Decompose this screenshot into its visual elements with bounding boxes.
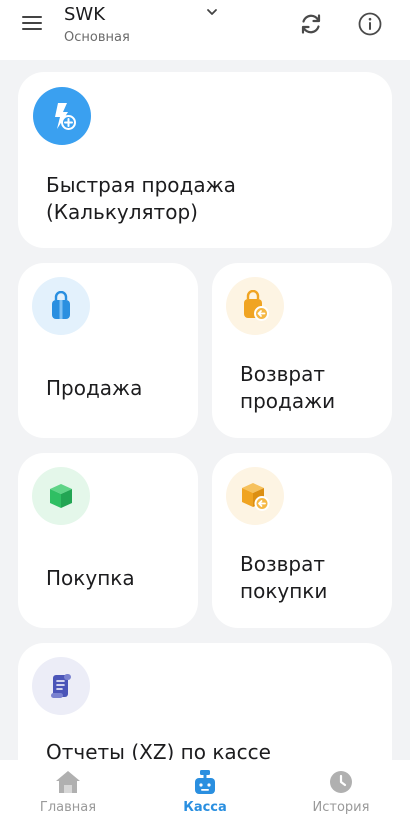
purchase-return-label: Возврат покупки xyxy=(240,552,328,603)
nav-label-home: Главная xyxy=(39,800,97,815)
clock-icon xyxy=(330,771,352,793)
box-icon xyxy=(32,467,90,525)
purchase-card[interactable]: Покупка xyxy=(18,453,198,628)
quick-sale-card[interactable]: Быстрая продажа (Калькулятор) xyxy=(18,72,392,248)
chevron-down-icon[interactable] xyxy=(206,6,218,18)
purchase-return-card[interactable]: Возврат покупки xyxy=(212,453,392,628)
info-icon[interactable] xyxy=(357,11,383,37)
nav-item-home[interactable]: Главная xyxy=(0,760,136,825)
bag-return-icon xyxy=(226,277,284,335)
app-header: SWK Основная xyxy=(0,0,410,60)
receipt-scroll-icon xyxy=(32,657,90,715)
shopping-bag-icon xyxy=(32,277,90,335)
box-return-icon xyxy=(226,467,284,525)
cash-register-icon xyxy=(195,770,215,794)
nav-label-kassa: Касса xyxy=(183,800,227,815)
sale-card[interactable]: Продажа xyxy=(18,263,198,438)
menu-icon[interactable] xyxy=(22,14,42,32)
nav-label-history: История xyxy=(312,800,370,815)
sync-icon[interactable] xyxy=(298,11,324,37)
sale-return-card[interactable]: Возврат продажи xyxy=(212,263,392,438)
sale-return-label: Возврат продажи xyxy=(240,362,336,413)
purchase-label: Покупка xyxy=(46,566,135,590)
quick-sale-label: Быстрая продажа (Калькулятор) xyxy=(46,173,236,224)
lightning-plus-icon xyxy=(33,87,91,145)
bottom-navigation: Главная Касса История xyxy=(0,760,410,825)
store-name[interactable]: SWK xyxy=(64,4,105,25)
sale-label: Продажа xyxy=(46,376,143,400)
store-subtitle[interactable]: Основная xyxy=(64,30,130,45)
nav-item-kassa[interactable]: Касса xyxy=(137,760,273,825)
nav-item-history[interactable]: История xyxy=(273,760,409,825)
home-icon xyxy=(56,771,80,793)
